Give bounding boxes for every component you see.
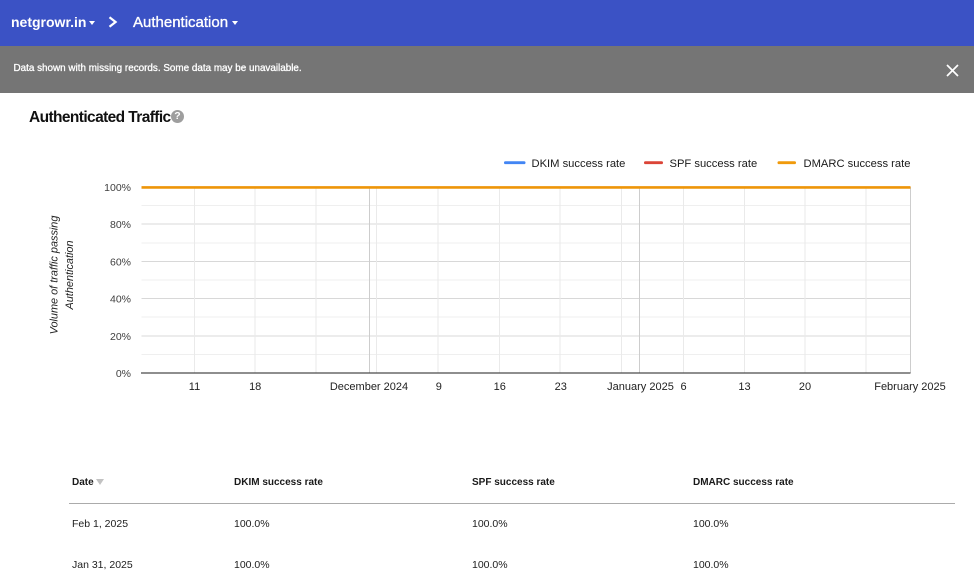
svg-text:Volume of traffic passing: Volume of traffic passing: [49, 216, 61, 335]
svg-text:DKIM success rate: DKIM success rate: [532, 158, 626, 170]
svg-text:January 2025: January 2025: [607, 381, 674, 393]
svg-text:80%: 80%: [110, 219, 131, 231]
svg-text:20%: 20%: [110, 331, 131, 343]
svg-text:SPF success rate: SPF success rate: [670, 158, 758, 170]
svg-text:6: 6: [680, 381, 686, 393]
svg-text:18: 18: [249, 381, 261, 393]
svg-text:9: 9: [436, 381, 442, 393]
svg-text:40%: 40%: [110, 294, 131, 306]
svg-text:February 2025: February 2025: [874, 381, 946, 393]
svg-text:16: 16: [494, 381, 506, 393]
svg-text:20: 20: [799, 381, 811, 393]
svg-text:13: 13: [738, 381, 750, 393]
svg-text:0%: 0%: [116, 368, 131, 380]
svg-text:December 2024: December 2024: [330, 381, 408, 393]
svg-text:60%: 60%: [110, 256, 131, 268]
svg-text:11: 11: [189, 381, 200, 393]
svg-text:100%: 100%: [104, 182, 131, 194]
svg-text:Authentication: Authentication: [64, 240, 76, 310]
svg-text:DMARC success rate: DMARC success rate: [804, 158, 911, 170]
svg-text:23: 23: [555, 381, 567, 393]
